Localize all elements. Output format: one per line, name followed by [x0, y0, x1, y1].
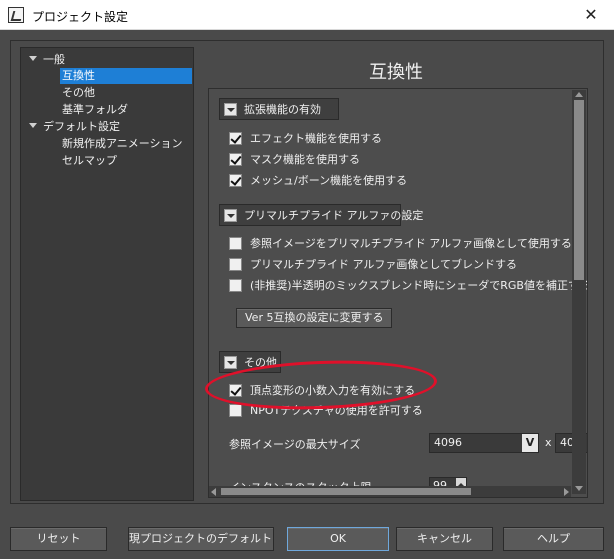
- ref-size-width-select[interactable]: 4096 V: [429, 433, 539, 453]
- ref-size-label: 参照イメージの最大サイズ: [229, 438, 361, 451]
- checkbox-vertex-decimal[interactable]: 頂点変形の小数入力を有効にする: [229, 382, 415, 400]
- section-header-other[interactable]: その他: [219, 351, 281, 373]
- tree-item-label: 基準フォルダ: [62, 103, 128, 116]
- tree-item-label: 互換性: [62, 69, 95, 82]
- checkbox-label: エフェクト機能を使用する: [250, 132, 382, 145]
- section-title: プリマルチプライド アルファの設定: [244, 209, 424, 222]
- section-header-extensions[interactable]: 拡張機能の有効: [219, 98, 339, 120]
- cancel-button[interactable]: キャンセル: [396, 527, 493, 551]
- close-icon[interactable]: ✕: [576, 4, 606, 26]
- tree-item-general[interactable]: 一般: [29, 52, 65, 68]
- checkbox-label: プリマルチプライド アルファ画像としてブレンドする: [250, 258, 518, 271]
- ref-size-width-value: 4096: [434, 436, 462, 449]
- expand-arrow-icon[interactable]: [29, 56, 37, 61]
- scroll-left-icon[interactable]: [211, 488, 216, 496]
- checkbox-shader-rgb[interactable]: (非推奨)半透明のミックスブレンド時にシェーダでRGB値を補正する: [229, 277, 588, 295]
- checkbox-unchecked-icon[interactable]: [229, 258, 242, 271]
- checkbox-label: 頂点変形の小数入力を有効にする: [250, 384, 416, 397]
- tree-item-label: デフォルト設定: [43, 120, 120, 133]
- checkbox-checked-icon[interactable]: [229, 153, 242, 166]
- tree-item-label: 一般: [43, 53, 65, 66]
- settings-content: 拡張機能の有効 エフェクト機能を使用する マスク機能を使用する メッシュ/ボーン…: [208, 88, 588, 498]
- section-header-premultiplied[interactable]: プリマルチプライド アルファの設定: [219, 204, 423, 226]
- checkbox-label: メッシュ/ボーン機能を使用する: [250, 174, 408, 187]
- vertical-scrollbar[interactable]: [572, 90, 586, 494]
- tree-item-base-folder[interactable]: 基準フォルダ: [62, 102, 128, 118]
- checkbox-mesh-bone[interactable]: メッシュ/ボーン機能を使用する: [229, 172, 407, 190]
- checkbox-blend-premultiplied[interactable]: プリマルチプライド アルファ画像としてブレンドする: [229, 256, 517, 274]
- title-bar: プロジェクト設定 ✕: [0, 0, 614, 30]
- checkbox-label: NPOTテクスチャの使用を許可する: [250, 404, 423, 417]
- set-default-button[interactable]: 現プロジェクトのデフォルトに設定: [128, 527, 274, 551]
- scroll-down-icon[interactable]: [575, 486, 583, 491]
- tree-item-other[interactable]: その他: [62, 85, 95, 101]
- dropdown-arrow-icon[interactable]: V: [522, 434, 538, 452]
- checkbox-unchecked-icon[interactable]: [229, 237, 242, 250]
- checkbox-checked-icon[interactable]: [229, 174, 242, 187]
- tree-item-new-animation[interactable]: 新規作成アニメーション: [62, 136, 183, 152]
- ok-button[interactable]: OK: [287, 527, 389, 551]
- section-title: 拡張機能の有効: [244, 103, 321, 116]
- checkbox-effect[interactable]: エフェクト機能を使用する: [229, 130, 382, 148]
- tree-item-compatibility[interactable]: 互換性: [60, 68, 192, 84]
- tree-item-label: 新規作成アニメーション: [62, 137, 183, 150]
- checkbox-checked-icon[interactable]: [229, 132, 242, 145]
- ver5-compat-button[interactable]: Ver 5互換の設定に変更する: [236, 308, 393, 328]
- scroll-up-icon[interactable]: [575, 92, 583, 97]
- scroll-thumb[interactable]: [574, 100, 584, 280]
- tree-item-default-settings[interactable]: デフォルト設定: [29, 119, 120, 135]
- checkbox-label: (非推奨)半透明のミックスブレンド時にシェーダでRGB値を補正する: [250, 279, 588, 292]
- checkbox-checked-icon[interactable]: [229, 384, 242, 397]
- tree-item-label: セルマップ: [62, 154, 117, 167]
- help-button[interactable]: ヘルプ: [503, 527, 604, 551]
- checkbox-ref-premultiplied[interactable]: 参照イメージをプリマルチプライド アルファ画像として使用する: [229, 235, 572, 253]
- checkbox-unchecked-icon[interactable]: [229, 404, 242, 417]
- tree-item-cell-map[interactable]: セルマップ: [62, 153, 117, 169]
- reset-button[interactable]: リセット: [10, 527, 107, 551]
- scroll-right-icon[interactable]: [564, 488, 569, 496]
- window-title: プロジェクト設定: [32, 10, 129, 24]
- checkbox-mask[interactable]: マスク機能を使用する: [229, 151, 360, 169]
- page-title: 互換性: [369, 62, 423, 83]
- app-icon: [8, 7, 24, 23]
- checkbox-label: マスク機能を使用する: [250, 153, 360, 166]
- collapse-icon[interactable]: [224, 103, 237, 116]
- settings-tree: 一般 互換性 その他 基準フォルダ デフォルト設定 新規作成アニメーション セル…: [20, 47, 194, 501]
- collapse-icon[interactable]: [224, 209, 237, 222]
- checkbox-label: 参照イメージをプリマルチプライド アルファ画像として使用する: [250, 237, 572, 250]
- tree-item-label: その他: [62, 86, 95, 99]
- expand-arrow-icon[interactable]: [29, 123, 37, 128]
- scroll-thumb[interactable]: [221, 488, 471, 495]
- checkbox-npot[interactable]: NPOTテクスチャの使用を許可する: [229, 402, 423, 420]
- horizontal-scrollbar[interactable]: [209, 486, 571, 497]
- section-title: その他: [244, 356, 277, 369]
- checkbox-unchecked-icon[interactable]: [229, 279, 242, 292]
- collapse-icon[interactable]: [224, 356, 237, 369]
- ref-size-times: x: [545, 436, 552, 449]
